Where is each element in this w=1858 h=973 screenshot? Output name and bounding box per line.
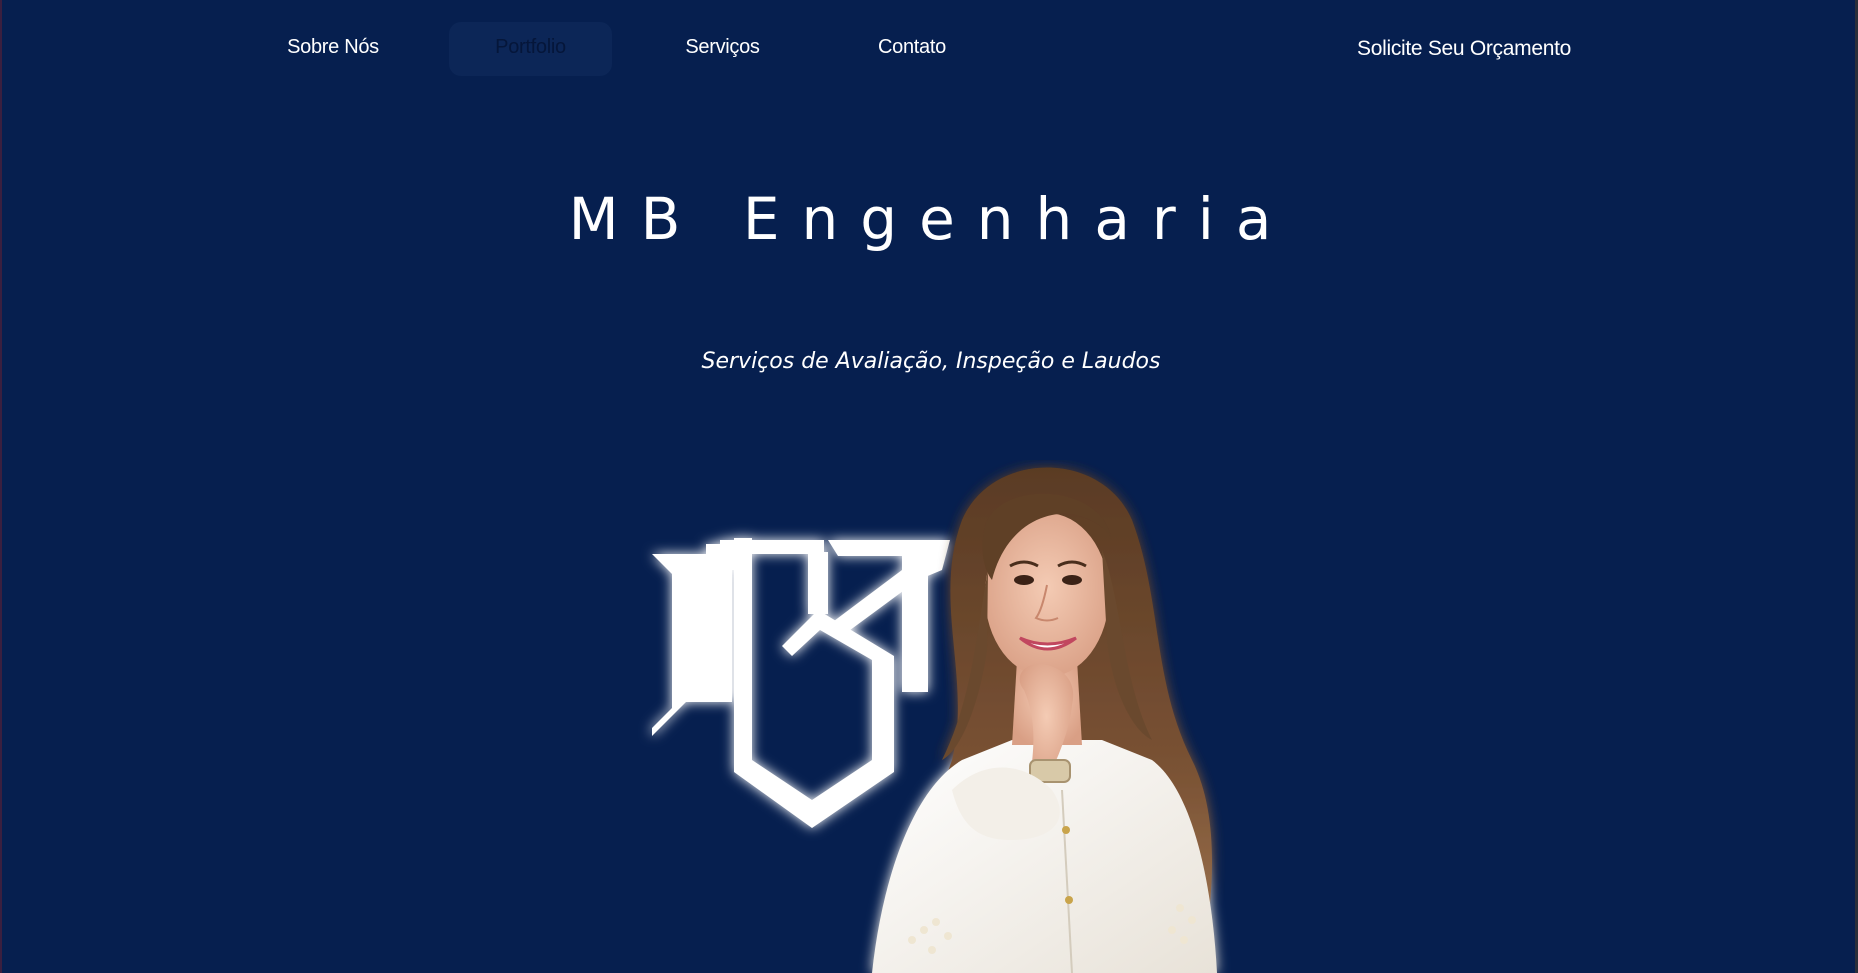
nav-item-contato[interactable]: Contato [862,22,962,76]
nav-item-label: Sobre Nós [287,36,379,58]
nav-item-servicos[interactable]: Serviços [670,22,775,76]
nav-item-label: Portfolio [495,36,566,58]
top-navigation: Sobre Nós Portfolio Serviços Contato [2,22,1858,76]
hero-image [652,467,1217,973]
request-quote-label: Solicite Seu Orçamento [1357,37,1572,60]
mb-logo [652,538,950,828]
request-quote-button[interactable]: Solicite Seu Orçamento [1357,26,1571,72]
page-subtitle: Serviços de Avaliação, Inspeção e Laudos [701,349,1161,374]
nav-item-sobre-nos[interactable]: Sobre Nós [272,22,394,76]
nav-item-label: Contato [878,36,946,58]
nav-item-portfolio[interactable]: Portfolio [449,22,612,76]
nav-item-label: Serviços [685,36,760,58]
landing-page: Sobre Nós Portfolio Serviços Contato Sol… [0,0,1858,973]
page-title: MB Engenharia [568,185,1294,253]
